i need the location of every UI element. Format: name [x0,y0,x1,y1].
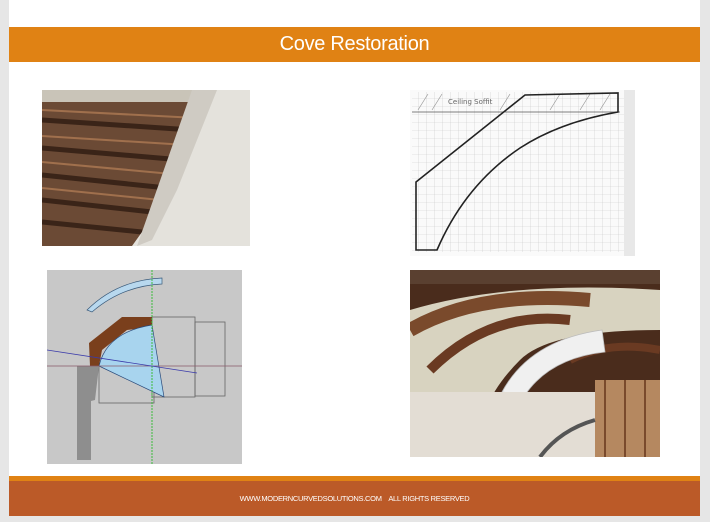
cove-profile-sketch: Ceiling Soffit [410,90,635,256]
sketch-label: Ceiling Soffit [448,98,493,106]
footer-text: WWW.MODERNCURVEDSOLUTIONS.COM ALL RIGHTS… [239,494,470,503]
title-banner: Cove Restoration [9,27,700,62]
ceiling-beams-photo [42,90,250,246]
cove-cad-drawing [47,270,242,464]
cove-installed-photo [410,270,660,457]
page-title: Cove Restoration [279,33,430,55]
footer: WWW.MODERNCURVEDSOLUTIONS.COM ALL RIGHTS… [9,481,700,516]
